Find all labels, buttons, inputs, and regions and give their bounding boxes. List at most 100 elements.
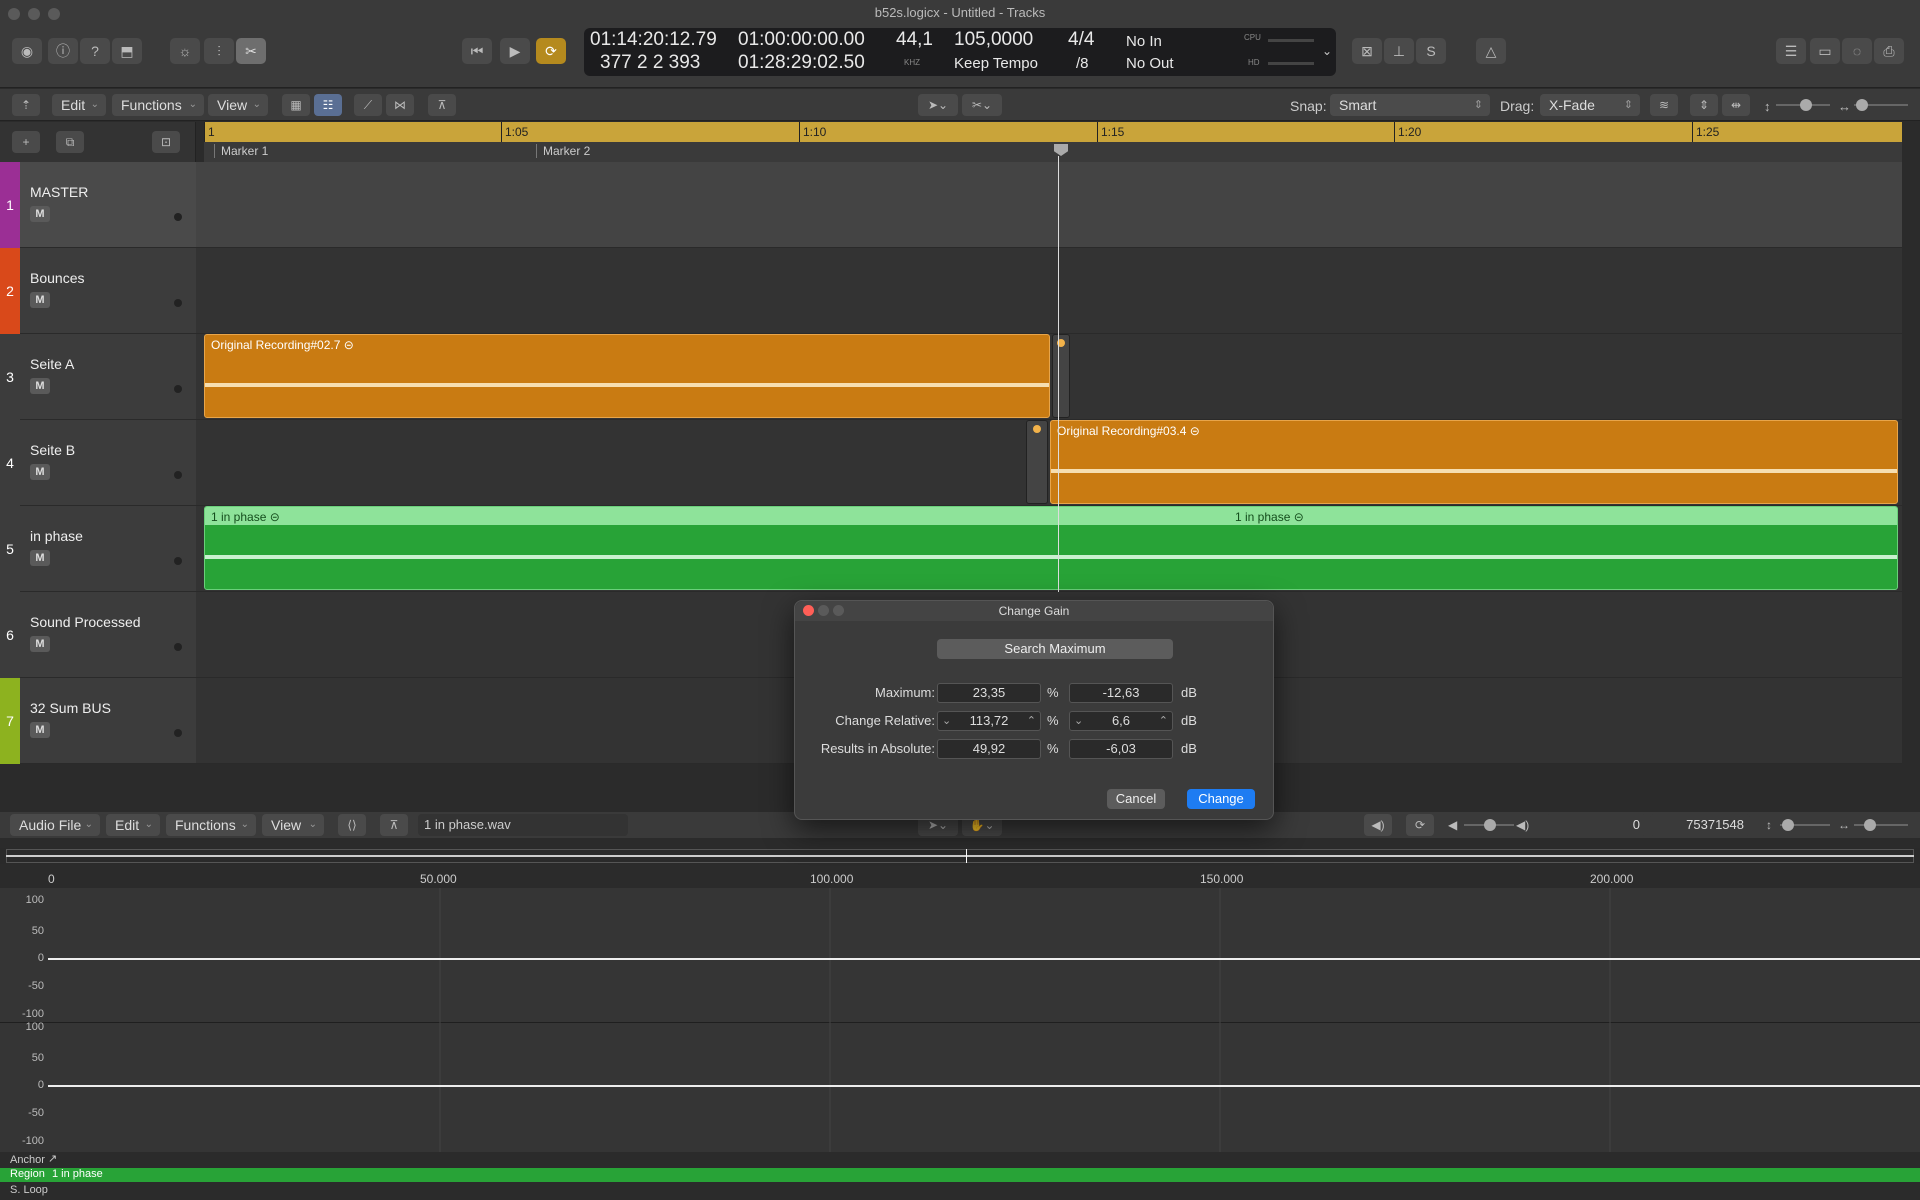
speaker-icon[interactable]: ◀) bbox=[1364, 814, 1392, 836]
waveform-zoom-icon[interactable]: ≋ bbox=[1650, 94, 1678, 116]
flex-icon[interactable]: ⋈ bbox=[386, 94, 414, 116]
sample-ruler[interactable]: 0 50.000 100.000 150.000 200.000 bbox=[0, 868, 1920, 888]
dialog-minimize-button[interactable] bbox=[818, 605, 829, 616]
decrement-icon[interactable]: ⌄ bbox=[942, 712, 951, 730]
track-header-3[interactable]: 3 Seite A M bbox=[0, 334, 196, 420]
vertical-zoom-thumb[interactable] bbox=[1800, 99, 1812, 111]
cancel-button[interactable]: Cancel bbox=[1107, 789, 1165, 809]
mixer-icon[interactable]: ⫶ bbox=[204, 38, 234, 64]
rewind-icon[interactable]: ⏮ bbox=[462, 38, 492, 64]
relative-pct-field[interactable]: ⌄ 113,72 ⌃ bbox=[937, 711, 1041, 731]
waveform-overview[interactable] bbox=[0, 848, 1920, 864]
secondary-tool-icon[interactable]: ✂⌄ bbox=[962, 94, 1002, 116]
grid-view-icon[interactable]: ▦ bbox=[282, 94, 310, 116]
library-icon[interactable]: ◉ bbox=[12, 38, 42, 64]
lcd-chevron-down-icon[interactable]: ⌄ bbox=[1322, 44, 1332, 58]
timeline-ruler[interactable]: 1 1:05 1:10 1:15 1:20 1:25 Marker 1 Marker 2 bbox=[204, 122, 1902, 162]
audio-file-menu[interactable]: Audio File ⌄ bbox=[10, 814, 100, 836]
track-name[interactable]: in phase bbox=[30, 528, 83, 544]
anchor-icon[interactable]: ↗ bbox=[48, 1152, 57, 1165]
inspector-icon[interactable]: ⓘ bbox=[48, 38, 78, 64]
record-dot-icon[interactable] bbox=[174, 643, 182, 651]
mute-button[interactable]: M bbox=[30, 636, 50, 652]
sample-end-field[interactable]: 75371548 bbox=[1650, 814, 1750, 836]
cycle-bar[interactable] bbox=[204, 122, 1902, 142]
track-name[interactable]: MASTER bbox=[30, 184, 88, 200]
editor-horizontal-zoom-thumb[interactable] bbox=[1864, 819, 1876, 831]
mute-button[interactable]: M bbox=[30, 378, 50, 394]
editor-edit-menu[interactable]: Edit ⌄ bbox=[106, 814, 160, 836]
metronome-icon[interactable]: △ bbox=[1476, 38, 1506, 64]
editor-catch-icon[interactable]: ⊼ bbox=[380, 814, 408, 836]
increment-icon[interactable]: ⌃ bbox=[1159, 712, 1168, 730]
region-seite-a-crossfade[interactable] bbox=[1052, 334, 1070, 418]
loop-browser-icon[interactable]: ◌ bbox=[1842, 38, 1872, 64]
fade-handle-icon[interactable] bbox=[1033, 425, 1041, 433]
solo-icon[interactable]: S bbox=[1416, 38, 1446, 64]
editor-cycle-icon[interactable]: ⟳ bbox=[1406, 814, 1434, 836]
track-name[interactable]: Seite A bbox=[30, 356, 74, 372]
change-button[interactable]: Change bbox=[1187, 789, 1255, 809]
pointer-tool-icon[interactable]: ➤⌄ bbox=[918, 94, 958, 116]
editor-functions-menu[interactable]: Functions ⌄ bbox=[166, 814, 256, 836]
track-name[interactable]: Seite B bbox=[30, 442, 75, 458]
sample-start-field[interactable]: 0 bbox=[1546, 814, 1646, 836]
record-dot-icon[interactable] bbox=[174, 385, 182, 393]
dialog-close-button[interactable] bbox=[803, 605, 814, 616]
track-header-2[interactable]: 2 Bounces M bbox=[0, 248, 196, 334]
browsers-icon[interactable]: ⎙ bbox=[1874, 38, 1904, 64]
back-arrow-icon[interactable]: ⇡ bbox=[12, 94, 40, 116]
mute-button[interactable]: M bbox=[30, 722, 50, 738]
volume-thumb[interactable] bbox=[1484, 819, 1496, 831]
waveform-editor[interactable]: 100 50 0 -50 -100 100 50 0 -50 -100 bbox=[0, 888, 1920, 1152]
drag-select[interactable]: X-Fade ⇕ bbox=[1540, 94, 1640, 116]
lcd-display[interactable]: 01:14:20:12.79 377 2 2 393 01:00:00:00.0… bbox=[584, 28, 1336, 76]
list-editors-icon[interactable]: ☰ bbox=[1776, 38, 1806, 64]
region-seite-b[interactable]: Original Recording#03.4 ⊝ bbox=[1050, 420, 1898, 504]
editors-scissors-icon[interactable]: ✂ bbox=[236, 38, 266, 64]
record-dot-icon[interactable] bbox=[174, 557, 182, 565]
mute-button[interactable]: M bbox=[30, 464, 50, 480]
record-dot-icon[interactable] bbox=[174, 729, 182, 737]
add-track-icon[interactable]: + bbox=[12, 131, 40, 153]
track-header-5[interactable]: 5 in phase M bbox=[0, 506, 196, 592]
track-header-7[interactable]: 7 32 Sum BUS M bbox=[0, 678, 196, 764]
zoom-horizontal-icon[interactable]: ⇹ bbox=[1722, 94, 1750, 116]
zoom-vertical-icon[interactable]: ⇕ bbox=[1690, 94, 1718, 116]
search-maximum-button[interactable]: Search Maximum bbox=[937, 639, 1173, 659]
play-icon[interactable]: ▶ bbox=[500, 38, 530, 64]
record-dot-icon[interactable] bbox=[174, 471, 182, 479]
view-menu[interactable]: View ⌄ bbox=[208, 94, 268, 116]
horizontal-zoom-thumb[interactable] bbox=[1856, 99, 1868, 111]
track-header-1[interactable]: 1 MASTER M bbox=[0, 162, 196, 248]
maximum-db-field[interactable]: -12,63 bbox=[1069, 683, 1173, 703]
region-seite-b-crossfade[interactable] bbox=[1026, 420, 1048, 504]
toolbar-download-icon[interactable]: ⬒ bbox=[112, 38, 142, 64]
relative-db-field[interactable]: ⌄ 6,6 ⌃ bbox=[1069, 711, 1173, 731]
editor-view-menu[interactable]: View ⌄ bbox=[262, 814, 324, 836]
record-dot-icon[interactable] bbox=[174, 213, 182, 221]
decrement-icon[interactable]: ⌄ bbox=[1074, 712, 1083, 730]
record-dot-icon[interactable] bbox=[174, 299, 182, 307]
list-view-icon[interactable]: ☷ bbox=[314, 94, 342, 116]
region-seite-a[interactable]: Original Recording#02.7 ⊝ bbox=[204, 334, 1050, 418]
dialog-zoom-button[interactable] bbox=[833, 605, 844, 616]
help-icon[interactable]: ? bbox=[80, 38, 110, 64]
region-in-phase[interactable]: 1 in phase ⊝ 1 in phase ⊝ bbox=[204, 506, 1898, 590]
smart-controls-icon[interactable]: ☼ bbox=[170, 38, 200, 64]
mute-button[interactable]: M bbox=[30, 550, 50, 566]
edit-menu[interactable]: Edit ⌄ bbox=[52, 94, 106, 116]
increment-icon[interactable]: ⌃ bbox=[1027, 712, 1036, 730]
duplicate-track-icon[interactable]: ⧉ bbox=[56, 131, 84, 153]
functions-menu[interactable]: Functions ⌄ bbox=[112, 94, 204, 116]
playhead-handle[interactable] bbox=[1054, 144, 1068, 156]
marker-1[interactable]: Marker 1 bbox=[214, 144, 268, 158]
snap-select[interactable]: Smart ⇕ bbox=[1330, 94, 1490, 116]
track-name[interactable]: Bounces bbox=[30, 270, 84, 286]
track-name[interactable]: 32 Sum BUS bbox=[30, 700, 111, 716]
region-strip[interactable] bbox=[0, 1168, 1920, 1182]
track-header-6[interactable]: 6 Sound Processed M bbox=[0, 592, 196, 678]
track-name[interactable]: Sound Processed bbox=[30, 614, 141, 630]
maximum-pct-field[interactable]: 23,35 bbox=[937, 683, 1041, 703]
automation-icon[interactable]: ⟋ bbox=[354, 94, 382, 116]
